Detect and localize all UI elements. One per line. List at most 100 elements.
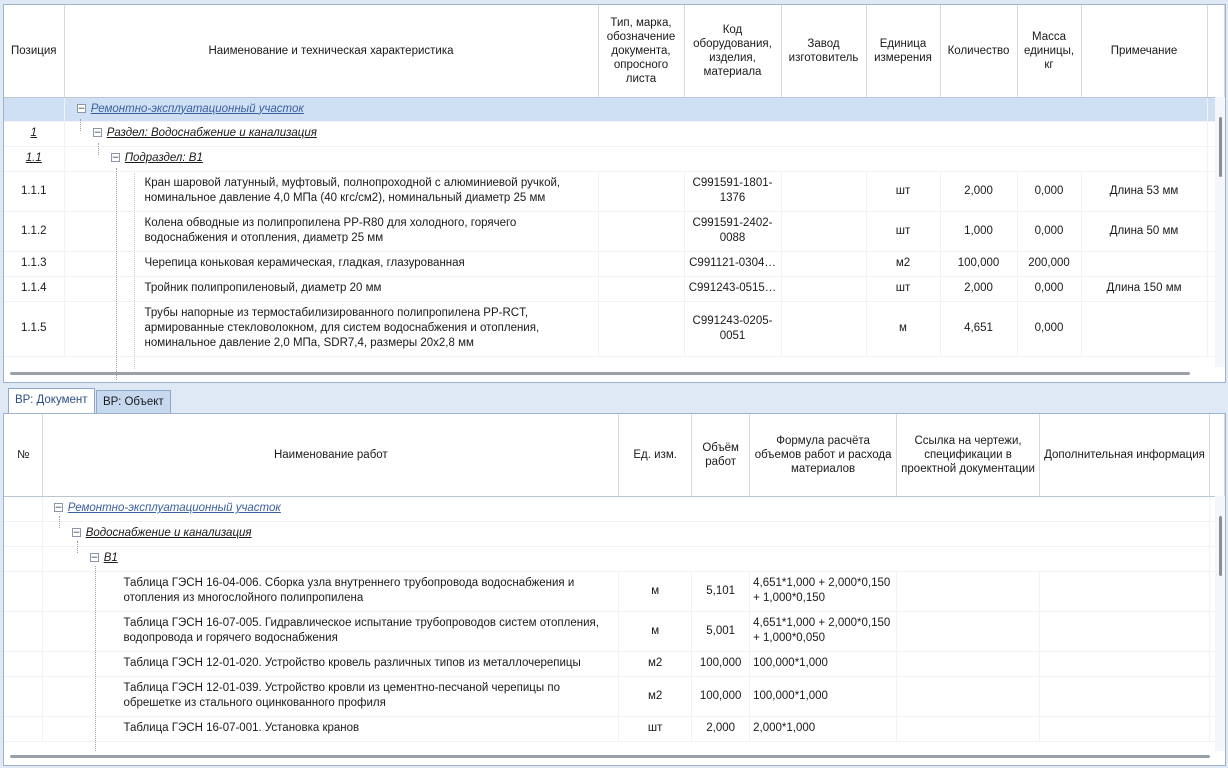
col-header-extra-info[interactable]: Дополнительная информация: [1039, 414, 1210, 497]
row-note: [1081, 301, 1208, 357]
row-position: 1.1.2: [4, 211, 65, 252]
row-manufacturer: [781, 211, 867, 252]
col-header-note[interactable]: Примечание: [1081, 5, 1208, 98]
row-unit: м: [618, 571, 693, 612]
collapse-icon[interactable]: −: [92, 128, 102, 138]
row-position: 1.1.5: [4, 301, 65, 357]
row-name: Тройник полипропиленовый, диаметр 20 мм: [64, 276, 599, 302]
specification-table: Позиция Наименование и техническая харак…: [4, 5, 1225, 357]
col-header-quantity[interactable]: Количество: [940, 5, 1018, 98]
work-row[interactable]: Таблица ГЭСН 16-04-006. Сборка узла внут…: [4, 571, 1225, 612]
vertical-scroll-thumb[interactable]: [1219, 117, 1222, 177]
row-volume: 100,000: [691, 651, 751, 677]
row-work-name: Таблица ГЭСН 16-07-001. Установка кранов: [42, 716, 620, 742]
row-extra-info: [1039, 651, 1210, 677]
col-header-name[interactable]: Наименование и техническая характеристик…: [64, 5, 599, 98]
col-header-number[interactable]: №: [4, 414, 44, 497]
row-extra-info: [1039, 716, 1210, 742]
work-row[interactable]: Таблица ГЭСН 16-07-005. Гидравлическое и…: [4, 611, 1225, 652]
col-header-work-name[interactable]: Наименование работ: [42, 414, 620, 497]
row-code: С991591-2402-0088: [684, 211, 782, 252]
works-group-row[interactable]: − Ремонтно-эксплуатационный участок: [4, 496, 1225, 522]
specification-grid[interactable]: Позиция Наименование и техническая харак…: [3, 4, 1226, 383]
works-subsection-row[interactable]: − В1: [4, 546, 1225, 572]
row-quantity: 100,000: [940, 251, 1018, 277]
row-work-name: Таблица ГЭСН 16-04-006. Сборка узла внут…: [42, 571, 620, 612]
row-number: [4, 716, 44, 742]
work-row[interactable]: Таблица ГЭСН 16-07-001. Установка кранов…: [4, 716, 1225, 742]
row-quantity: 4,651: [940, 301, 1018, 357]
row-position: 1.1.4: [4, 276, 65, 302]
row-position: 1.1.1: [4, 171, 65, 212]
work-row[interactable]: Таблица ГЭСН 12-01-020. Устройство крове…: [4, 651, 1225, 677]
col-header-filler: [1209, 414, 1225, 497]
row-drawings-link: [896, 651, 1041, 677]
row-drawings-link: [896, 571, 1041, 612]
tree-line: [95, 566, 96, 751]
row-manufacturer: [781, 276, 867, 302]
row-number: [4, 571, 44, 612]
row-mass: 0,000: [1017, 276, 1082, 302]
horizontal-scrollbar[interactable]: [10, 755, 1210, 758]
tab-object[interactable]: ВР: Объект: [96, 390, 171, 413]
row-type: [598, 276, 685, 302]
collapse-icon[interactable]: −: [76, 103, 86, 113]
group-label[interactable]: Ремонтно-эксплуатационный участок: [91, 103, 304, 115]
row-number: [4, 676, 44, 717]
section-label[interactable]: Раздел: Водоснабжение и канализация: [107, 127, 317, 139]
spec-row[interactable]: 1.1.5 Трубы напорные из термостабилизиро…: [4, 301, 1225, 357]
collapse-icon[interactable]: −: [110, 153, 120, 163]
row-formula: 4,651*1,000 + 2,000*0,150 + 1,000*0,150: [749, 571, 898, 612]
col-header-code[interactable]: Код оборудования, изделия, материала: [684, 5, 782, 98]
works-section-label[interactable]: Водоснабжение и канализация: [86, 527, 252, 539]
spec-row[interactable]: 1.1.4 Тройник полипропиленовый, диаметр …: [4, 276, 1225, 302]
col-header-drawings-link[interactable]: Ссылка на чертежи, спецификации в проект…: [896, 414, 1041, 497]
col-header-type[interactable]: Тип, марка, обозначение документа, опрос…: [598, 5, 685, 98]
row-extra-info: [1039, 676, 1210, 717]
row-formula: 4,651*1,000 + 2,000*0,150 + 1,000*0,050: [749, 611, 898, 652]
section-row[interactable]: 1 − Раздел: Водоснабжение и канализация: [4, 121, 1225, 147]
row-unit: шт: [866, 171, 941, 212]
row-extra-info: [1039, 571, 1210, 612]
subsection-row[interactable]: 1.1 − Подраздел: В1: [4, 146, 1225, 172]
row-code: С991591-1801-1376: [684, 171, 782, 212]
row-note: [1081, 251, 1208, 277]
subsection-label[interactable]: Подраздел: В1: [125, 152, 203, 164]
work-row[interactable]: Таблица ГЭСН 12-01-039. Устройство кровл…: [4, 676, 1225, 717]
row-mass: 0,000: [1017, 301, 1082, 357]
works-group-label[interactable]: Ремонтно-эксплуатационный участок: [68, 502, 281, 514]
works-section-row[interactable]: − Водоснабжение и канализация: [4, 521, 1225, 547]
col-header-unit[interactable]: Единица измерения: [866, 5, 941, 98]
works-grid[interactable]: № Наименование работ Ед. изм. Объём рабо…: [3, 413, 1226, 766]
tab-document[interactable]: ВР: Документ: [8, 388, 95, 413]
row-number: [4, 651, 44, 677]
row-volume: 100,000: [691, 676, 751, 717]
spec-row[interactable]: 1.1.1 Кран шаровой латунный, муфтовый, п…: [4, 171, 1225, 212]
spec-row[interactable]: 1.1.2 Колена обводные из полипропилена P…: [4, 211, 1225, 252]
collapse-icon[interactable]: −: [53, 503, 63, 513]
collapse-icon[interactable]: −: [89, 553, 99, 563]
vertical-scrollbar[interactable]: [1215, 496, 1225, 751]
col-header-volume[interactable]: Объём работ: [691, 414, 751, 497]
col-header-mass[interactable]: Масса единицы, кг: [1017, 5, 1082, 98]
row-manufacturer: [781, 251, 867, 277]
collapse-icon[interactable]: −: [71, 528, 81, 538]
row-note: Длина 50 мм: [1081, 211, 1208, 252]
horizontal-scrollbar[interactable]: [10, 372, 1190, 375]
group-row[interactable]: − Ремонтно-эксплуатационный участок: [4, 97, 1225, 122]
row-code: С991243-0515…: [684, 276, 782, 302]
row-type: [598, 171, 685, 212]
works-subsection-label[interactable]: В1: [104, 552, 118, 564]
vertical-scrollbar[interactable]: [1215, 97, 1225, 367]
row-manufacturer: [781, 301, 867, 357]
col-header-formula[interactable]: Формула расчёта объемов работ и расхода …: [749, 414, 898, 497]
row-type: [598, 251, 685, 277]
row-work-name: Таблица ГЭСН 12-01-020. Устройство крове…: [42, 651, 620, 677]
row-work-name: Таблица ГЭСН 16-07-005. Гидравлическое и…: [42, 611, 620, 652]
col-header-unit[interactable]: Ед. изм.: [618, 414, 693, 497]
vertical-scroll-thumb[interactable]: [1219, 516, 1222, 576]
col-header-manufacturer[interactable]: Завод изготовитель: [781, 5, 867, 98]
col-header-position[interactable]: Позиция: [4, 5, 65, 98]
tree-line: [116, 168, 117, 380]
spec-row[interactable]: 1.1.3 Черепица коньковая керамическая, г…: [4, 251, 1225, 277]
